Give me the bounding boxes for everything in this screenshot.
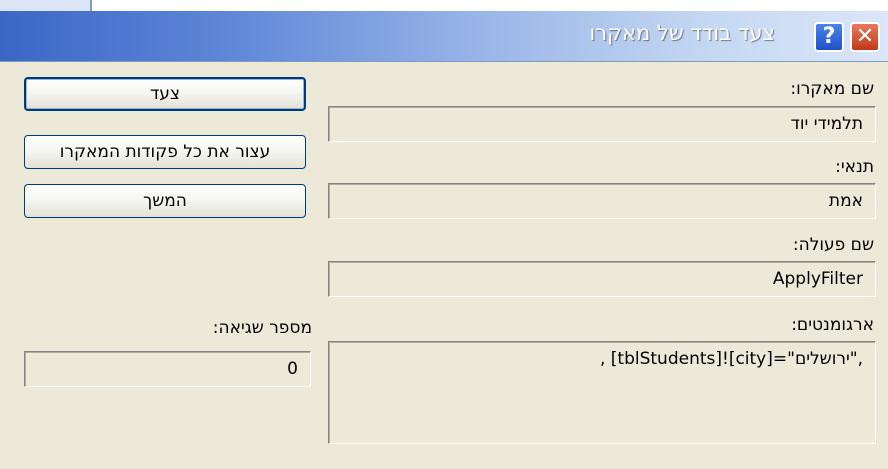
error-number-label: מספר שגיאה: — [212, 318, 312, 338]
arguments-label: ארגומנטים: — [791, 315, 874, 335]
macro-name-value: תלמידי יוד — [790, 114, 863, 134]
macro-name-field: תלמידי יוד — [328, 106, 876, 142]
condition-field: אמת — [328, 183, 876, 219]
error-number-value: 0 — [287, 359, 298, 379]
question-mark-icon: ? — [822, 24, 836, 49]
action-name-field: ApplyFilter — [328, 261, 876, 297]
dialog-title: צעד בודד של מאקרו — [589, 21, 775, 45]
continue-button[interactable]: המשך — [24, 184, 306, 218]
error-number-field: 0 — [24, 351, 311, 387]
action-name-value: ApplyFilter — [772, 269, 863, 289]
stop-all-macros-button[interactable]: עצור את כל פקודות המאקרו — [24, 135, 306, 169]
help-button[interactable]: ? — [814, 22, 844, 52]
action-name-label: שם פעולה: — [792, 235, 874, 255]
condition-label: תנאי: — [835, 157, 874, 177]
title-bar[interactable]: צעד בודד של מאקרו ? ✕ — [0, 11, 888, 62]
condition-value: אמת — [828, 191, 863, 211]
close-icon: ✕ — [855, 24, 875, 49]
close-button[interactable]: ✕ — [850, 22, 880, 52]
macro-name-label: שם מאקרו: — [790, 79, 874, 99]
single-step-dialog: צעד בודד של מאקרו ? ✕ שם מאקרו: תלמידי י… — [0, 11, 888, 469]
arguments-value: , [tblStudents]![city]="ירושלים", — [599, 349, 863, 369]
arguments-field: , [tblStudents]![city]="ירושלים", — [328, 341, 876, 444]
step-button[interactable]: צעד — [24, 77, 306, 111]
